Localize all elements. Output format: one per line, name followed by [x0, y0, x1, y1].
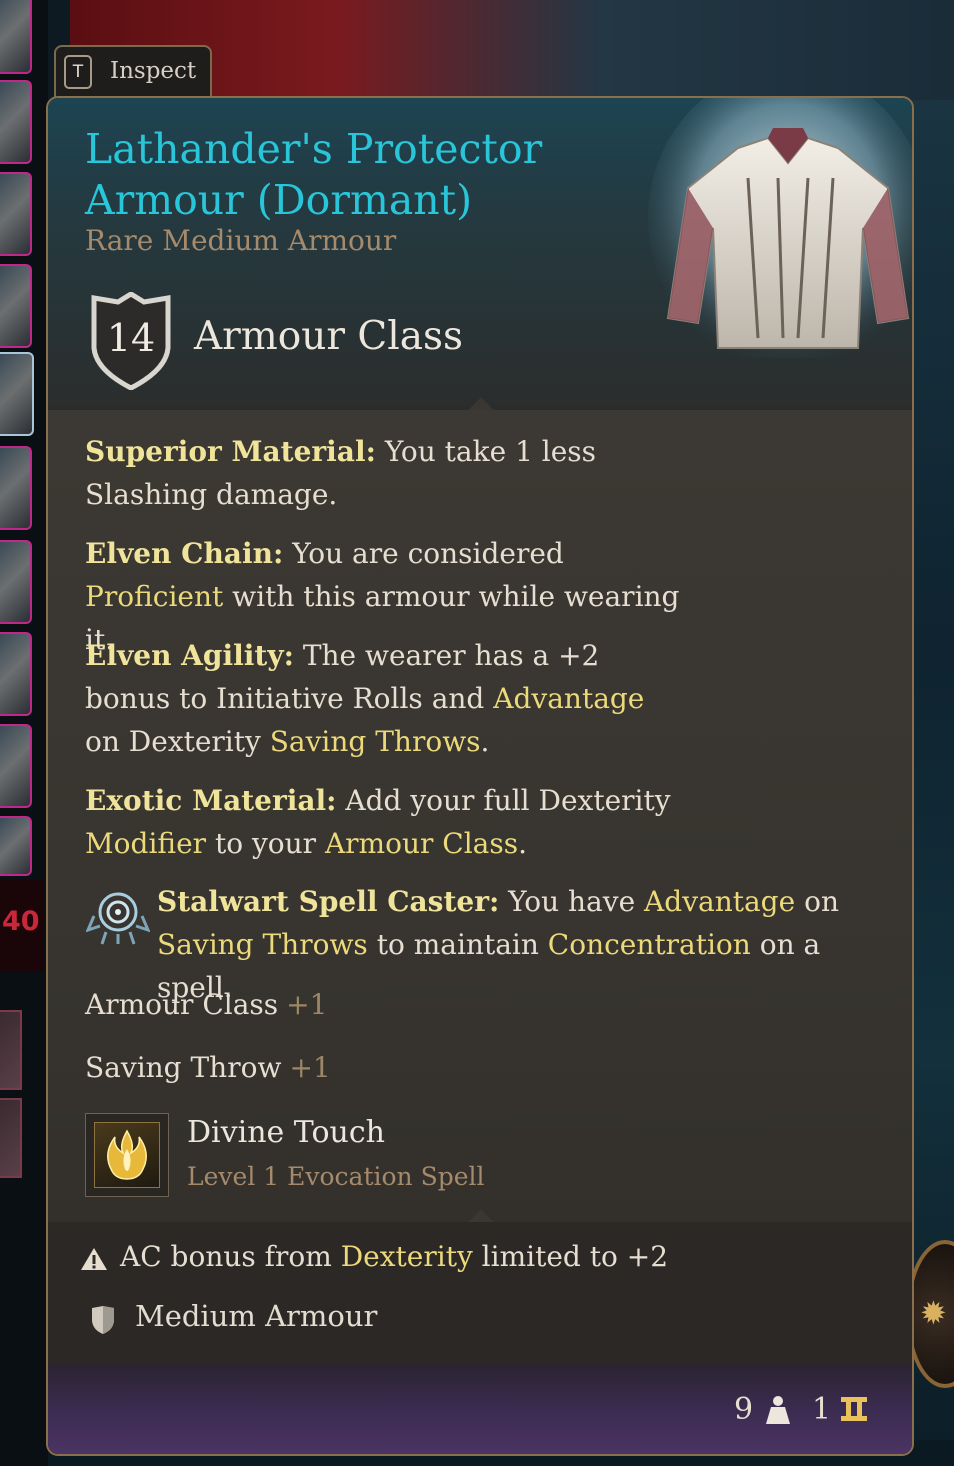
property-text: You have — [499, 885, 645, 918]
keybind-t: T — [64, 55, 92, 89]
keyword-advantage[interactable]: Advantage — [493, 682, 644, 715]
keyword-dexterity[interactable]: Dexterity — [341, 1240, 473, 1273]
gold-icon — [841, 1397, 867, 1421]
inventory-slot[interactable] — [0, 632, 32, 716]
armour-proficiency-shield-icon — [92, 1306, 114, 1334]
property-text: You are considered — [283, 537, 564, 570]
property-name: Superior Material: — [85, 435, 376, 468]
inventory-slot[interactable] — [0, 540, 32, 624]
side-counter-value: 40 — [2, 906, 40, 937]
armour-class-label: Armour Class — [194, 314, 464, 359]
stat-value: +1 — [286, 988, 328, 1021]
spell-subtitle: Level 1 Evocation Spell — [187, 1162, 485, 1191]
stat-armour-class: Armour Class +1 — [85, 988, 327, 1021]
keyword-concentration[interactable]: Concentration — [548, 928, 751, 961]
warning-text: limited to +2 — [472, 1240, 669, 1273]
tooltip-footer: AC bonus from Dexterity limited to +2 Me… — [48, 1222, 912, 1364]
warning-icon — [81, 1248, 107, 1270]
weight-value: 9 — [734, 1392, 754, 1427]
property-superior-material: Superior Material: You take 1 less Slash… — [85, 430, 685, 516]
keyword-saving-throws[interactable]: Saving Throws — [157, 928, 368, 961]
stat-saving-throw: Saving Throw +1 — [85, 1051, 331, 1084]
weight-icon — [766, 1396, 790, 1424]
property-text: on — [795, 885, 839, 918]
item-rarity-type: Rare Medium Armour — [85, 224, 397, 257]
tooltip-body: Superior Material: You take 1 less Slash… — [48, 410, 912, 1222]
inspect-label: Inspect — [110, 58, 197, 84]
property-name: Elven Chain: — [85, 537, 284, 570]
keyword-armour-class[interactable]: Armour Class — [325, 827, 518, 860]
inventory-slot[interactable] — [0, 1098, 22, 1178]
item-name: Lathander's Protector Armour (Dormant) — [85, 125, 543, 224]
property-name: Stalwart Spell Caster: — [157, 885, 500, 918]
inventory-slot[interactable] — [0, 446, 32, 530]
inventory-slot[interactable] — [0, 80, 32, 164]
armour-image — [648, 98, 912, 358]
flame-icon: ✹ — [920, 1294, 947, 1332]
tooltip-header: Lathander's Protector Armour (Dormant) R… — [48, 98, 912, 410]
spell-slot[interactable] — [85, 1113, 169, 1197]
stat-label: Saving Throw — [85, 1051, 282, 1084]
spell-name: Divine Touch — [187, 1115, 385, 1150]
inventory-slot[interactable] — [0, 264, 32, 348]
armour-proficiency-label: Medium Armour — [135, 1299, 378, 1333]
inventory-slot[interactable] — [0, 0, 32, 74]
property-name: Elven Agility: — [85, 639, 294, 672]
property-text: Add your full Dexterity — [336, 784, 671, 817]
inventory-slot[interactable] — [0, 172, 32, 256]
keyword-proficient[interactable]: Proficient — [85, 580, 223, 613]
keyword-advantage[interactable]: Advantage — [644, 885, 795, 918]
tooltip-bottom-bar: 9 1 — [48, 1364, 912, 1454]
side-counter: 40 — [0, 880, 44, 972]
concentration-icon — [86, 892, 150, 945]
warning-text: AC bonus from — [120, 1240, 341, 1273]
dexterity-limit-warning: AC bonus from Dexterity limited to +2 — [120, 1240, 668, 1273]
property-text: . — [518, 827, 528, 860]
inventory-slot-selected[interactable] — [0, 352, 34, 436]
property-elven-agility: Elven Agility: The wearer has a +2 bonus… — [85, 634, 685, 763]
inspect-tab[interactable]: T Inspect — [54, 45, 212, 99]
stat-label: Armour Class — [85, 988, 279, 1021]
inventory-slot[interactable] — [0, 1010, 22, 1090]
property-text: to maintain — [367, 928, 548, 961]
keyword-modifier[interactable]: Modifier — [85, 827, 206, 860]
armour-class-value: 14 — [106, 316, 156, 360]
property-name: Exotic Material: — [85, 784, 337, 817]
divine-flame-icon — [94, 1122, 160, 1188]
property-exotic-material: Exotic Material: Add your full Dexterity… — [85, 779, 765, 865]
stat-value: +1 — [289, 1051, 331, 1084]
keyword-saving-throws[interactable]: Saving Throws — [270, 725, 481, 758]
item-tooltip: Lathander's Protector Armour (Dormant) R… — [46, 96, 914, 1456]
inventory-slot[interactable] — [0, 724, 32, 808]
inventory-slot[interactable] — [0, 816, 32, 876]
gold-value: 1 — [812, 1392, 832, 1427]
property-text: to your — [206, 827, 325, 860]
inventory-strip: 40 — [0, 0, 48, 1466]
property-text: . — [480, 725, 490, 758]
property-text: on Dexterity — [85, 725, 270, 758]
